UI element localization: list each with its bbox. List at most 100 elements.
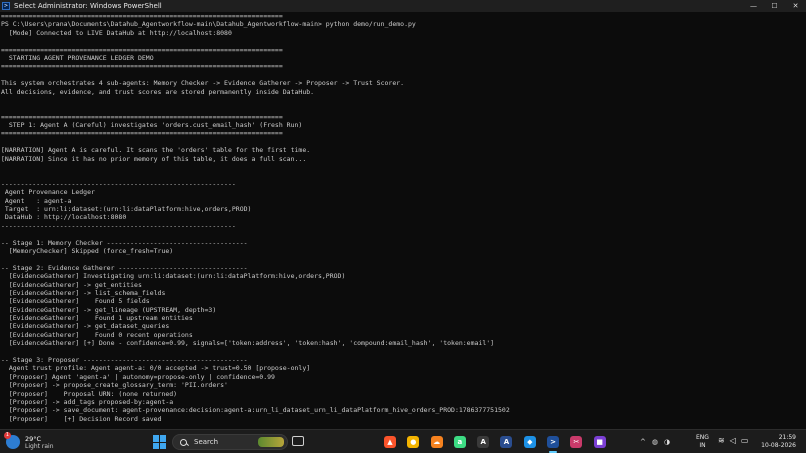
console-line: [EvidenceGatherer] -> get_entities [1, 280, 142, 289]
console-line: -- Stage 2: Evidence Gatherer ----------… [1, 263, 248, 272]
taskbar-app-button[interactable]: ● [404, 433, 422, 451]
arc-app-icon: A [500, 436, 513, 448]
start-button[interactable] [153, 435, 167, 449]
console-line: [Proposer] Proposal URN: (none returned) [1, 389, 178, 398]
taskbar-app-button[interactable]: A [497, 433, 515, 451]
search-placeholder: Search [194, 438, 219, 446]
powershell-icon: > [547, 436, 560, 448]
console-line: [NARRATION] Since it has no prior memory… [1, 154, 307, 163]
powershell-icon: > [2, 2, 10, 10]
console-line: [EvidenceGatherer] -> get_lineage (UPSTR… [1, 305, 217, 314]
taskbar-app-button[interactable]: ◆ [521, 433, 539, 451]
console-line: ----------------------------------------… [1, 179, 236, 188]
console-line: [EvidenceGatherer] Found 1 upstream enti… [1, 314, 193, 323]
console-output[interactable]: ========================================… [0, 12, 806, 429]
console-line: ========================================… [1, 12, 283, 20]
console-line: [EvidenceGatherer] -> list_schema_fields [1, 288, 166, 297]
notification-badge: 1 [4, 432, 11, 439]
search-icon [180, 438, 187, 446]
taskbar-app-button[interactable]: ☁ [428, 433, 446, 451]
tray-overflow-icon[interactable]: ^ [640, 438, 646, 446]
taskbar-app-button[interactable]: ▲ [381, 433, 399, 451]
chrome-icon: ● [407, 436, 420, 448]
taskbar-app-button[interactable]: ■ [591, 433, 609, 451]
console-line: STEP 1: Agent A (Careful) investigates '… [1, 121, 303, 130]
console-line: [NARRATION] Agent A is careful. It scans… [1, 146, 311, 155]
taskbar-app-button[interactable]: A [474, 433, 492, 451]
console-line: Agent Provenance Ledger [1, 188, 95, 197]
weather-widget[interactable]: 1 29°C Light rain [4, 432, 54, 452]
console-line: [Mode] Connected to LIVE DataHub at http… [1, 28, 232, 37]
console-line: ========================================… [1, 45, 283, 54]
system-status[interactable]: ≋ ◁ ▭ [718, 436, 753, 445]
title-bar[interactable]: > Select Administrator: Windows PowerShe… [0, 0, 806, 12]
console-line: [EvidenceGatherer] Found 0 recent operat… [1, 330, 193, 339]
console-line: Target : urn:li:dataset:(urn:li:dataPlat… [1, 204, 252, 213]
language-indicator[interactable]: ENG IN [696, 434, 709, 449]
console-line: -- Stage 3: Proposer -------------------… [1, 356, 248, 365]
console-line: [Proposer] Agent 'agent-a' | autonomy=pr… [1, 372, 275, 381]
console-line: [EvidenceGatherer] -> get_dataset_querie… [1, 322, 170, 331]
console-line: This system orchestrates 4 sub-agents: M… [1, 79, 405, 88]
console-line: [MemoryChecker] Skipped (force_fresh=Tru… [1, 246, 174, 255]
console-line: ----------------------------------------… [1, 221, 236, 230]
search-highlight-image [258, 437, 284, 447]
console-line: [Proposer] [+] Decision Record saved [1, 414, 162, 423]
taskbar-app-button[interactable]: ✂ [567, 433, 585, 451]
tray-app-icon[interactable]: ◑ [664, 438, 670, 446]
android-studio-icon: a [453, 436, 466, 448]
console-line: Agent trust profile: Agent agent-a: 0/0 … [1, 364, 311, 373]
system-tray: ^ ◍ ◑ [640, 433, 676, 451]
clock[interactable]: 21:59 10-08-2026 [761, 434, 796, 450]
console-line: DataHub : http://localhost:8080 [1, 213, 127, 222]
weather-icon: 1 [4, 432, 20, 449]
powershell-window: > Select Administrator: Windows PowerShe… [0, 0, 806, 429]
console-line: ========================================… [1, 129, 283, 138]
console-line: [Proposer] -> save_document: agent-prove… [1, 406, 510, 415]
taskbar: 1 29°C Light rain Search ▲ ● ☁ a A A ◆ > ✂ ■ ^ ◍ … [0, 429, 806, 453]
taskbar-app-button[interactable]: > [544, 433, 562, 453]
clock-time: 21:59 [778, 434, 796, 441]
clock-date: 10-08-2026 [761, 442, 796, 449]
maximize-button[interactable]: ☐ [764, 0, 785, 12]
brave-browser-icon: ▲ [384, 436, 396, 448]
weather-condition: Light rain [25, 442, 54, 450]
battery-icon: ▭ [740, 436, 749, 445]
console-line: Agent : agent-a [1, 196, 72, 205]
console-line: ========================================… [1, 62, 283, 71]
console-line: [Proposer] -> add_tags proposed-by:agent… [1, 397, 174, 406]
console-line: ========================================… [1, 112, 283, 121]
pinned-apps: ▲ ● ☁ a A A ◆ > ✂ ■ [381, 433, 614, 453]
taskbar-app-button[interactable]: a [451, 433, 469, 451]
console-line: -- Stage 1: Memory Checker -------------… [1, 238, 248, 247]
weather-temperature: 29°C [25, 434, 42, 443]
console-line: [EvidenceGatherer] Investigating urn:li:… [1, 272, 346, 281]
console-line: [EvidenceGatherer] [+] Done - confidence… [1, 339, 495, 348]
console-line: [EvidenceGatherer] Found 5 fields [1, 297, 150, 306]
console-line: PS C:\Users\prana\Documents\Datahub_Agen… [1, 20, 416, 29]
console-line: All decisions, evidence, and trust score… [1, 87, 315, 96]
window-title: Select Administrator: Windows PowerShell [14, 2, 162, 10]
tray-app-icon[interactable]: ◍ [652, 438, 658, 446]
docker-icon: ◆ [523, 436, 536, 448]
volume-icon: ◁ [729, 436, 736, 445]
snipping-tool-icon: ✂ [570, 436, 583, 448]
console-line: STARTING AGENT PROVENANCE LEDGER DEMO [1, 53, 154, 62]
console-line: [Proposer] -> propose_create_glossary_te… [1, 381, 228, 390]
taskbar-search[interactable]: Search [172, 434, 288, 450]
close-button[interactable]: ✕ [785, 0, 806, 12]
cloud-app-icon: ☁ [430, 436, 443, 448]
task-view-button[interactable] [292, 436, 304, 446]
ai-app-icon: A [477, 436, 490, 448]
purple-app-icon: ■ [593, 436, 606, 448]
minimize-button[interactable]: — [743, 0, 764, 12]
